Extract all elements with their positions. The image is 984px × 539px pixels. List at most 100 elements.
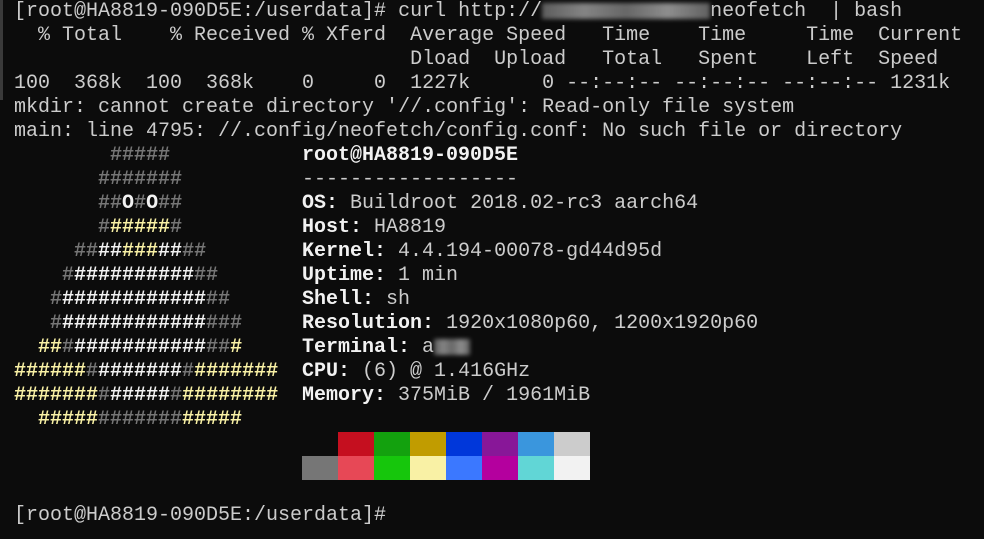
info-label: Resolution (302, 312, 423, 335)
tux-segment: ##### (110, 384, 171, 407)
info-host: Host: HA8819 (302, 216, 758, 240)
prompt: [root@HA8819-090D5E:/userdata]# (14, 0, 387, 23)
info-value: 4.4.194-00078-gd44d95d (398, 240, 663, 263)
error-line: main: line 4795: //.config/neofetch/conf… (14, 120, 903, 143)
palette-row-bright (302, 456, 590, 480)
color-swatch-bright-7 (554, 456, 590, 480)
tux-row: ############# (14, 264, 278, 288)
info-colon: : (362, 288, 375, 311)
tux-segment: # (170, 216, 183, 239)
info-kernel: Kernel: 4.4.194-00078-gd44d95d (302, 240, 758, 264)
error-line: mkdir: cannot create directory '//.confi… (14, 96, 795, 119)
tux-segment: # (14, 264, 75, 287)
tux-segment: ##### (14, 408, 99, 431)
tux-segment: ### (122, 240, 159, 263)
palette-row-normal (302, 432, 590, 456)
tux-segment: ## (98, 240, 123, 263)
color-swatch-normal-2 (374, 432, 410, 456)
info-colon: : (374, 384, 387, 407)
tux-segment: # (14, 216, 111, 239)
tux-segment: ####### (98, 360, 183, 383)
info-value: 1920x1080p60, 1200x1920p60 (446, 312, 759, 335)
info-cpu: CPU: (6) @ 1.416GHz (302, 360, 758, 384)
tux-segment: ######## (182, 384, 279, 407)
curl-progress: 100 368k 100 368k 0 0 1227k 0 --:--:-- -… (14, 72, 951, 95)
tux-row: ###################### (14, 360, 278, 384)
tux-segment: ########## (74, 264, 195, 287)
info-value: Buildroot 2018.02-rc3 aarch64 (350, 192, 699, 215)
final-prompt: [root@HA8819-090D5E:/userdata]# (14, 504, 387, 527)
tux-segment: ##### (14, 144, 171, 167)
tux-segment: ########### (74, 336, 207, 359)
terminal-output: [root@HA8819-090D5E:/userdata]# curl htt… (14, 0, 962, 144)
tux-row: ################ (14, 312, 278, 336)
tux-row: ##### (14, 144, 278, 168)
tux-segment: ## (194, 264, 219, 287)
info-colon: : (374, 264, 387, 287)
info-colon: : (338, 360, 351, 383)
tux-segment: # (170, 384, 183, 407)
tux-segment: # (182, 360, 195, 383)
redacted-ip (542, 2, 711, 19)
info-label: Host (302, 216, 351, 239)
info-label: Memory (302, 384, 375, 407)
color-swatch-bright-1 (338, 456, 374, 480)
tux-segment: O (146, 192, 159, 215)
info-colon: : (398, 336, 411, 359)
color-swatch-normal-5 (482, 432, 518, 456)
tux-segment: ## (158, 240, 183, 263)
tux-segment: # (86, 360, 99, 383)
tux-segment: ## (14, 192, 123, 215)
color-swatch-normal-4 (446, 432, 482, 456)
tux-row: ##O#O## (14, 192, 278, 216)
info-separator: ------------------ (302, 168, 519, 191)
command-text-end: neofetch | bash (710, 0, 903, 23)
tux-segment: ##### (182, 408, 243, 431)
info-label: Kernel (302, 240, 375, 263)
info-os: OS: Buildroot 2018.02-rc3 aarch64 (302, 192, 758, 216)
info-value: a (422, 336, 435, 359)
color-swatch-normal-7 (554, 432, 590, 456)
info-shell: Shell: sh (302, 288, 758, 312)
info-value: sh (386, 288, 411, 311)
command-line: [root@HA8819-090D5E:/userdata]# curl htt… (14, 0, 962, 24)
color-swatch-bright-4 (446, 456, 482, 480)
redacted-value (434, 338, 471, 355)
info-uptime: Uptime: 1 min (302, 264, 758, 288)
info-label: Terminal (302, 336, 399, 359)
tux-segment: # (98, 384, 111, 407)
tux-segment: ## (14, 240, 99, 263)
color-palette (302, 432, 590, 480)
tux-segment: # (14, 288, 63, 311)
tux-ascii-logo: ##### ####### ##O#O## ####### ##########… (14, 144, 278, 432)
info-memory: Memory: 375MiB / 1961MiB (302, 384, 758, 408)
color-swatch-bright-5 (482, 456, 518, 480)
tux-segment: ############ (62, 288, 207, 311)
tux-segment: ### (206, 312, 243, 335)
tux-segment: ## (14, 336, 63, 359)
tux-segment: # (14, 312, 63, 335)
info-value: HA8819 (374, 216, 447, 239)
curl-header-1: % Total % Received % Xferd Average Speed… (14, 24, 963, 47)
scrollbar[interactable] (0, 0, 3, 100)
tux-segment: ####### (14, 168, 183, 191)
command-text: curl http:// (386, 0, 543, 23)
system-info: root@HA8819-090D5E ------------------ OS… (302, 144, 758, 408)
tux-segment: ###### (14, 360, 87, 383)
tux-row: ####### (14, 216, 278, 240)
tux-segment: ############ (62, 312, 207, 335)
final-prompt-line[interactable]: [root@HA8819-090D5E:/userdata]# (14, 504, 386, 528)
tux-segment: ##### (110, 216, 171, 239)
info-value: 1 min (398, 264, 459, 287)
info-title: root@HA8819-090D5E (302, 144, 519, 167)
tux-segment: O (122, 192, 135, 215)
tux-segment: # (230, 336, 243, 359)
tux-segment: # (62, 336, 75, 359)
tux-row: ################# (14, 408, 278, 432)
info-terminal: Terminal: a (302, 336, 758, 360)
info-colon: : (422, 312, 435, 335)
tux-row: ####### (14, 168, 278, 192)
info-label: OS (302, 192, 327, 215)
info-colon: : (326, 192, 339, 215)
info-label: Uptime (302, 264, 375, 287)
